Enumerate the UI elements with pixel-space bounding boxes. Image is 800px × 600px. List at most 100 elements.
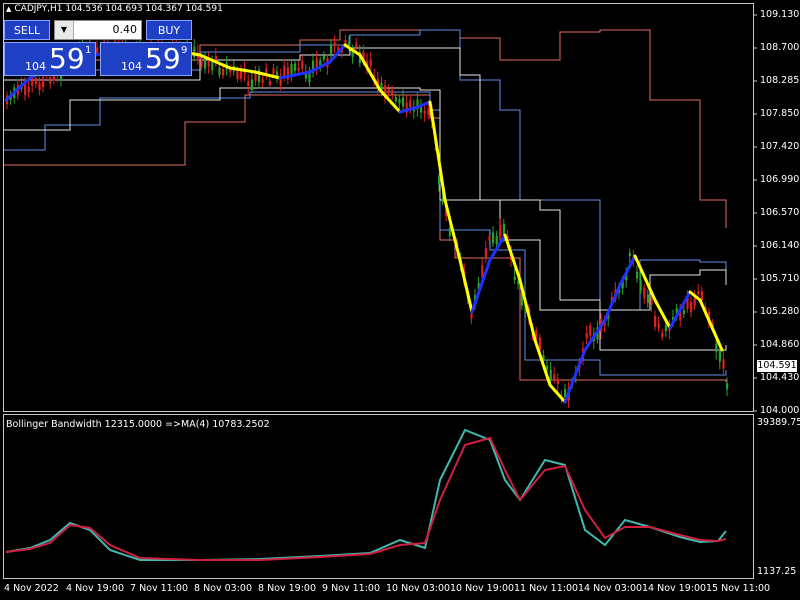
ma-falling-segment xyxy=(653,298,672,330)
candle-body xyxy=(290,64,293,75)
price-axis-label: 108.700 xyxy=(760,42,800,53)
candle-body xyxy=(700,291,703,301)
ma-falling-segment xyxy=(533,338,552,387)
price-axis-label: 104.860 xyxy=(760,339,800,350)
candle-body xyxy=(661,332,664,338)
buy-button[interactable]: BUY xyxy=(146,20,192,40)
candle-body xyxy=(330,44,333,55)
candle-body xyxy=(697,291,700,295)
time-axis-label: 11 Nov 11:00 xyxy=(514,583,579,594)
candle-body xyxy=(654,315,657,327)
indicator-title: Bollinger Bandwidth 12315.0000 =>MA(4) 1… xyxy=(6,419,270,430)
bollinger-bandwidth-lines xyxy=(5,428,727,561)
candle-body xyxy=(682,310,685,315)
candle-body xyxy=(297,67,300,71)
symbol-title: ▲ CADJPY,H1 104.536 104.693 104.367 104.5… xyxy=(6,4,223,14)
bid-big-figure: 104 xyxy=(25,60,46,73)
ma-rising-segment xyxy=(618,254,637,287)
collapse-triangle-icon[interactable]: ▲ xyxy=(6,5,11,13)
candle-body xyxy=(394,97,397,102)
candle-body xyxy=(423,110,426,114)
price-axis-label: 104.000 xyxy=(760,405,800,416)
candle-body xyxy=(549,369,552,380)
time-axis-label: 15 Nov 11:00 xyxy=(706,583,771,594)
sell-button[interactable]: SELL xyxy=(4,20,50,40)
time-axis-label: 4 Nov 2022 xyxy=(4,583,59,594)
candle-body xyxy=(211,61,214,71)
candle-body xyxy=(387,88,390,93)
symbol-title-text: CADJPY,H1 104.536 104.693 104.367 104.59… xyxy=(14,4,223,14)
indicator-axis-bottom: 1137.25 xyxy=(757,566,797,577)
candle-body xyxy=(427,109,430,115)
candle-body xyxy=(718,350,721,362)
candle-body xyxy=(268,81,271,86)
time-axis-label: 8 Nov 19:00 xyxy=(258,583,317,594)
candle-body xyxy=(484,248,487,258)
candle-body xyxy=(553,374,556,380)
candle-body xyxy=(495,235,498,245)
price-axis-label: 109.130 xyxy=(760,9,800,20)
candle-body xyxy=(348,41,351,46)
volume-value[interactable]: 0.40 xyxy=(113,23,138,36)
candle-body xyxy=(240,71,243,79)
candle-body xyxy=(470,314,473,319)
candle-body xyxy=(250,79,253,90)
indicator-frame xyxy=(3,414,754,579)
candle-body xyxy=(513,276,516,280)
candle-body xyxy=(391,89,394,95)
candle-body xyxy=(636,271,639,279)
bid-pips: 59 xyxy=(49,42,85,75)
candle-body xyxy=(448,227,451,237)
candle-body xyxy=(34,77,37,85)
upper-white-channel xyxy=(4,47,727,311)
candle-body xyxy=(398,99,401,104)
chevron-down-icon[interactable]: ▼ xyxy=(55,21,74,39)
time-axis-label: 10 Nov 19:00 xyxy=(450,583,515,594)
ma-falling-segment xyxy=(458,258,474,314)
time-axis-label: 7 Nov 11:00 xyxy=(130,583,189,594)
candle-body xyxy=(27,86,30,93)
candle-body xyxy=(589,325,592,337)
candle-body xyxy=(283,65,286,77)
chart-window[interactable]: ▲ CADJPY,H1 104.536 104.693 104.367 104.5… xyxy=(0,0,800,600)
ma-rising-segment xyxy=(398,106,417,114)
ma-falling-segment xyxy=(698,298,724,352)
chart-canvas[interactable] xyxy=(0,0,800,600)
one-click-trading-panel: SELL ▼ 0.40 BUY 104 59 1 104 59 9 xyxy=(4,20,192,76)
candle-body xyxy=(492,232,495,244)
candle-body xyxy=(693,297,696,306)
candle-body xyxy=(301,60,304,69)
price-axis-label: 105.280 xyxy=(760,306,800,317)
candle-body xyxy=(333,41,336,47)
moving-average-line xyxy=(4,43,724,404)
candle-body xyxy=(247,81,250,87)
candle-body xyxy=(650,297,653,305)
price-channels xyxy=(4,29,727,382)
ma-rising-segment xyxy=(470,258,492,314)
candle-body xyxy=(272,68,275,75)
candle-body xyxy=(664,325,667,332)
lower-blue-channel xyxy=(4,91,727,376)
candle-body xyxy=(322,55,325,60)
price-axis-label: 107.420 xyxy=(760,141,800,152)
candle-body xyxy=(236,69,239,80)
lower-white-channel xyxy=(4,87,727,351)
ma-rising-segment xyxy=(563,348,587,404)
candle-body xyxy=(409,99,412,108)
bid-quote-button[interactable]: 104 59 1 xyxy=(4,42,96,76)
candle-body xyxy=(502,223,505,235)
bid-pipette: 1 xyxy=(85,45,92,56)
time-axis-label: 8 Nov 03:00 xyxy=(194,583,253,594)
price-axis-label: 104.430 xyxy=(760,372,800,383)
volume-field[interactable]: ▼ 0.40 xyxy=(54,20,142,40)
time-axis-label: 10 Nov 03:00 xyxy=(386,583,451,594)
candle-body xyxy=(42,77,45,88)
candle-body xyxy=(355,43,358,48)
ask-pips: 59 xyxy=(145,42,181,75)
candle-body xyxy=(294,63,297,71)
time-axis-label: 4 Nov 19:00 xyxy=(66,583,125,594)
ma-rising-segment xyxy=(583,318,607,352)
candle-body xyxy=(628,252,631,257)
ask-quote-button[interactable]: 104 59 9 xyxy=(100,42,192,76)
candle-body xyxy=(488,235,491,241)
